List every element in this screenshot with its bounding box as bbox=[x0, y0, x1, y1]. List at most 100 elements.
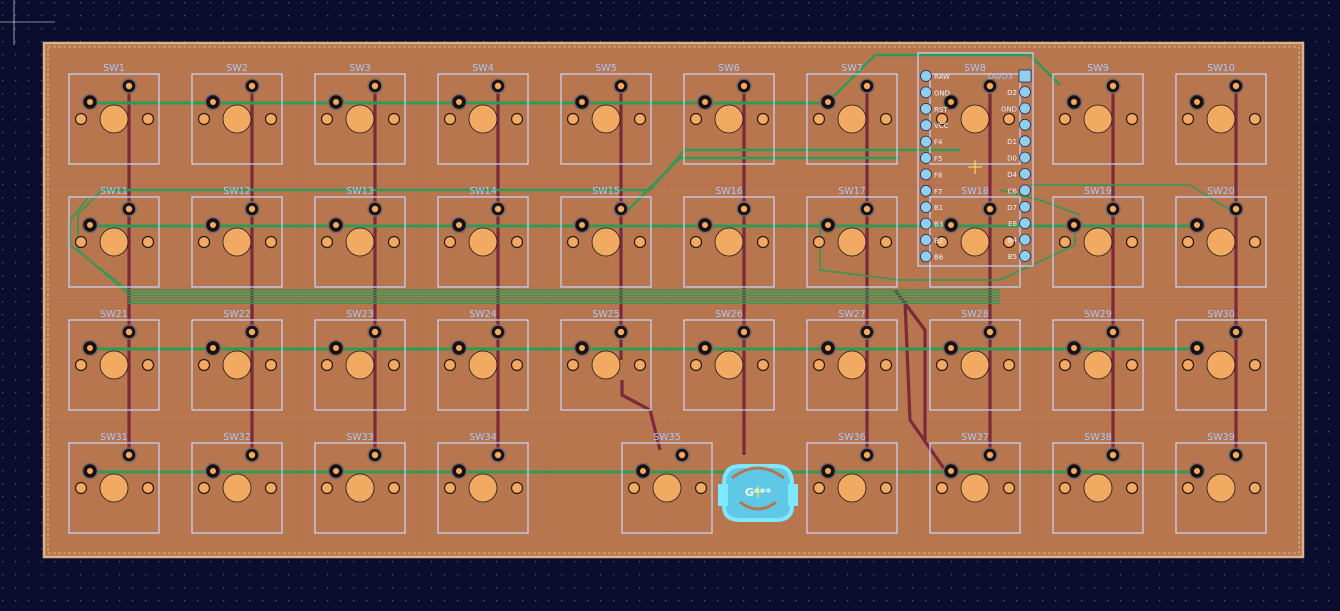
switch-pin-2-hole bbox=[125, 451, 133, 459]
switch-pin-2-hole bbox=[863, 451, 871, 459]
switch-pin-2-hole bbox=[678, 451, 686, 459]
switch-label: SW22 bbox=[223, 309, 251, 320]
switch-side-pad-left bbox=[1058, 112, 1072, 126]
switch-label: SW32 bbox=[223, 432, 251, 443]
mcu-pin-right bbox=[1019, 102, 1031, 115]
switch-pin-1-hole bbox=[1071, 345, 1077, 351]
mcu-pin-label-right: D0 bbox=[1007, 155, 1017, 163]
switch-center-pad bbox=[591, 350, 621, 380]
mcu-pin-left bbox=[920, 184, 932, 197]
mcu-pin-right bbox=[1019, 250, 1031, 262]
switch-pin-1-hole bbox=[825, 222, 831, 228]
switch-pin-2-hole bbox=[740, 205, 748, 213]
mcu-pin-left bbox=[920, 201, 932, 214]
switch-pin-1-hole bbox=[1071, 99, 1077, 105]
switch-center-pad bbox=[591, 104, 621, 134]
logo-footprint[interactable]: G*** bbox=[718, 464, 798, 522]
switch-pin-2-hole bbox=[863, 82, 871, 90]
mcu-pin-right bbox=[1019, 135, 1031, 148]
switch-side-pad-right bbox=[1125, 358, 1139, 372]
mcu-pin-left bbox=[920, 102, 932, 115]
switch-side-pad-left bbox=[74, 112, 88, 126]
mcu-label: D0/D3 bbox=[988, 72, 1013, 81]
switch-label: SW37 bbox=[961, 432, 989, 443]
switch-pin-2-hole bbox=[1232, 82, 1240, 90]
mcu-pin-label-left: F7 bbox=[934, 188, 942, 196]
mcu-pin-label-left: F6 bbox=[934, 171, 943, 179]
switch-label: SW31 bbox=[100, 432, 128, 443]
switch-side-pad-left bbox=[935, 481, 949, 495]
switch-pin-2-hole bbox=[740, 82, 748, 90]
switch-side-pad-right bbox=[1002, 112, 1016, 126]
mcu-pin-label-right: E6 bbox=[1008, 220, 1017, 228]
switch-pin-2-hole bbox=[371, 205, 379, 213]
pcb-board-view[interactable]: SW1 SW2 SW3 SW4 SW5 SW6 SW7 SW8 SW9 SW10 SW11 SW12 S… bbox=[0, 0, 1340, 607]
switch-pin-1-hole bbox=[825, 99, 831, 105]
switch-pin-1-hole bbox=[1194, 222, 1200, 228]
switch-center-pad bbox=[468, 473, 498, 503]
switch-side-pad-left bbox=[627, 481, 641, 495]
switch-side-pad-right bbox=[1002, 481, 1016, 495]
switch-side-pad-left bbox=[812, 235, 826, 249]
switch-side-pad-right bbox=[1248, 358, 1262, 372]
switch-label: SW27 bbox=[838, 309, 866, 320]
switch-side-pad-right bbox=[756, 235, 770, 249]
mcu-pin-label-right: B4 bbox=[1008, 237, 1018, 245]
mcu-pin-label-left: RST bbox=[934, 106, 948, 114]
mcu-pin-right bbox=[1019, 200, 1031, 213]
switch-label: SW3 bbox=[349, 63, 370, 74]
mcu-pin-label-left: B2 bbox=[934, 237, 943, 245]
switch-pin-2-hole bbox=[494, 451, 502, 459]
switch-side-pad-left bbox=[1181, 358, 1195, 372]
switch-side-pad-left bbox=[689, 358, 703, 372]
switch-pin-2-hole bbox=[1109, 328, 1117, 336]
switch-side-pad-left bbox=[935, 358, 949, 372]
switch-center-pad bbox=[99, 350, 129, 380]
switch-center-pad bbox=[468, 350, 498, 380]
mcu-pin-right bbox=[1019, 151, 1031, 164]
switch-pin-2-hole bbox=[986, 82, 994, 90]
switch-side-pad-left bbox=[689, 235, 703, 249]
switch-side-pad-left bbox=[566, 235, 580, 249]
switch-side-pad-left bbox=[1058, 358, 1072, 372]
switch-side-pad-left bbox=[197, 235, 211, 249]
switch-pin-1-hole bbox=[825, 345, 831, 351]
switch-center-pad bbox=[1206, 227, 1236, 257]
pcb-editor-canvas[interactable]: SW1 SW2 SW3 SW4 SW5 SW6 SW7 SW8 SW9 SW10 SW11 SW12 S… bbox=[0, 0, 1340, 607]
mcu-pin-label-left: VCC bbox=[934, 122, 949, 130]
switch-pin-2-hole bbox=[248, 328, 256, 336]
switch-label: SW16 bbox=[715, 186, 743, 197]
switch-pin-2-hole bbox=[863, 328, 871, 336]
switch-side-pad-left bbox=[320, 358, 334, 372]
switch-side-pad-right bbox=[264, 235, 278, 249]
switch-pin-2-hole bbox=[125, 82, 133, 90]
switch-side-pad-right bbox=[387, 235, 401, 249]
switch-pin-2-hole bbox=[1232, 328, 1240, 336]
switch-side-pad-left bbox=[74, 358, 88, 372]
switch-pin-2-hole bbox=[371, 451, 379, 459]
switch-side-pad-right bbox=[879, 235, 893, 249]
switch-pin-1-hole bbox=[948, 99, 954, 105]
switch-pin-1-hole bbox=[1071, 222, 1077, 228]
switch-pin-2-hole bbox=[248, 205, 256, 213]
switch-center-pad bbox=[960, 473, 990, 503]
mcu-pin-label-right: D4 bbox=[1007, 171, 1017, 179]
switch-side-pad-right bbox=[141, 481, 155, 495]
switch-center-pad bbox=[1083, 227, 1113, 257]
switch-label: SW19 bbox=[1084, 186, 1112, 197]
mcu-pin-right bbox=[1019, 168, 1031, 180]
mcu-pin-label-right: D2 bbox=[1007, 89, 1017, 97]
switch-pin-2-hole bbox=[863, 205, 871, 213]
switch-center-pad bbox=[837, 350, 867, 380]
switch-pin-1-hole bbox=[456, 468, 462, 474]
mcu-pin-label-right: C6 bbox=[1008, 187, 1018, 195]
switch-pin-2-hole bbox=[125, 328, 133, 336]
switch-side-pad-right bbox=[387, 481, 401, 495]
switch-pin-1-hole bbox=[579, 222, 585, 228]
switch-pin-2-hole bbox=[494, 82, 502, 90]
switch-center-pad bbox=[99, 473, 129, 503]
mcu-pin-label-right: D7 bbox=[1007, 204, 1017, 212]
switch-side-pad-right bbox=[756, 112, 770, 126]
switch-center-pad bbox=[714, 350, 744, 380]
switch-pin-2-hole bbox=[1232, 451, 1240, 459]
